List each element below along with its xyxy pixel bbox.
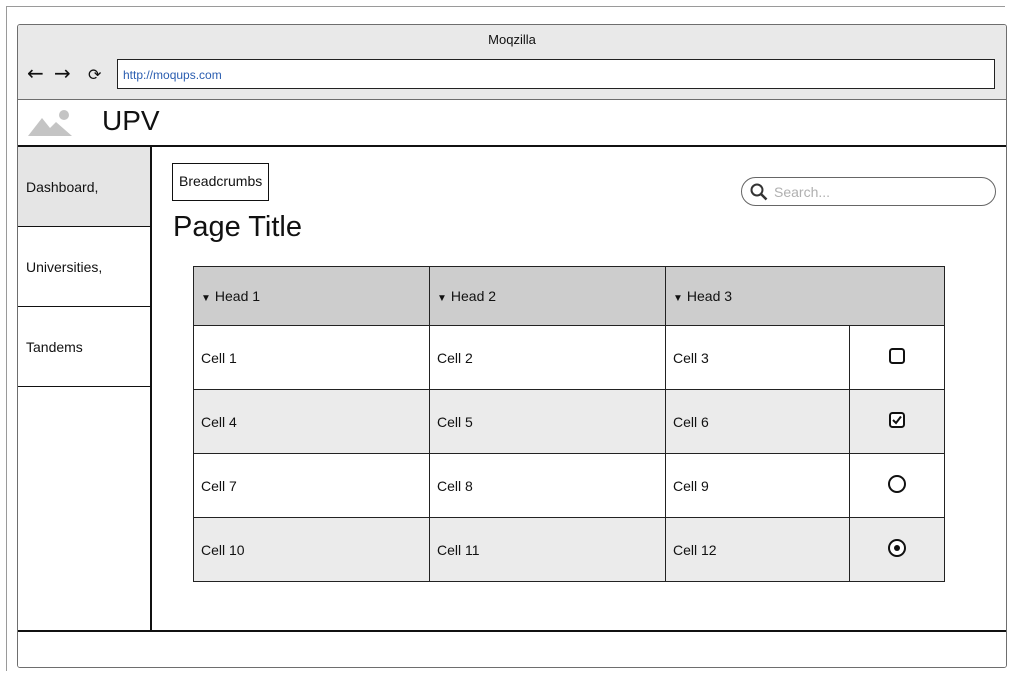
table-cell: Cell 6 <box>665 389 850 454</box>
page-title: Page Title <box>173 211 302 243</box>
data-table: ▼ Head 1 ▼ Head 2 ▼ Head 3 Cell 1 Cell 2 Ce… <box>193 266 945 582</box>
table-row: Cell 10 Cell 11 Cell 12 <box>193 517 945 582</box>
table-cell: Cell 2 <box>429 325 666 390</box>
table-cell: Cell 7 <box>193 453 430 518</box>
table-cell: Cell 9 <box>665 453 850 518</box>
table-cell: Cell 3 <box>665 325 850 390</box>
app-header: UPV <box>18 100 1006 147</box>
search-icon <box>750 183 768 201</box>
table-header-row: ▼ Head 1 ▼ Head 2 ▼ Head 3 <box>193 266 945 326</box>
forward-arrow-icon[interactable]: → <box>54 63 71 83</box>
sort-down-icon: ▼ <box>673 293 683 304</box>
sort-down-icon: ▼ <box>201 293 211 304</box>
row-control-cell <box>849 389 945 454</box>
column-header-head-3[interactable]: ▼ Head 3 <box>665 266 945 326</box>
column-header-head-1[interactable]: ▼ Head 1 <box>193 266 430 326</box>
search-input[interactable]: Search... <box>741 177 996 206</box>
app-title: UPV <box>102 105 160 136</box>
table-cell: Cell 11 <box>429 517 666 582</box>
table-row: Cell 7 Cell 8 Cell 9 <box>193 453 945 518</box>
row-control-cell <box>849 325 945 390</box>
sidebar-item-tandems[interactable]: Tandems <box>18 307 150 387</box>
table-cell: Cell 10 <box>193 517 430 582</box>
checkbox-checked[interactable] <box>888 411 906 429</box>
table-cell: Cell 8 <box>429 453 666 518</box>
reload-icon[interactable]: ⟳ <box>88 65 101 85</box>
table-row: Cell 4 Cell 5 Cell 6 <box>193 389 945 454</box>
column-header-head-2[interactable]: ▼ Head 2 <box>429 266 666 326</box>
table-cell: Cell 5 <box>429 389 666 454</box>
header-label: Head 3 <box>686 288 733 304</box>
sort-down-icon: ▼ <box>437 293 447 304</box>
address-bar[interactable]: http://moqups.com <box>117 59 995 89</box>
sidebar-item-universities[interactable]: Universities, <box>18 227 150 307</box>
window-title: Moqzilla <box>488 32 536 47</box>
breadcrumb[interactable]: Breadcrumbs <box>172 163 270 201</box>
back-arrow-icon[interactable]: ← <box>27 63 44 83</box>
row-control-cell <box>849 517 945 582</box>
image-placeholder-icon <box>26 106 78 138</box>
table-cell: Cell 1 <box>193 325 430 390</box>
search-placeholder: Search... <box>774 184 831 200</box>
radio-selected[interactable] <box>887 538 907 558</box>
table-row: Cell 1 Cell 2 Cell 3 <box>193 325 945 390</box>
footer-bar <box>18 630 1006 667</box>
header-label: Head 1 <box>214 288 261 304</box>
sidebar: Dashboard, Universities, Tandems <box>18 147 152 632</box>
radio-unselected[interactable] <box>887 474 907 494</box>
table-cell: Cell 12 <box>665 517 850 582</box>
browser-window: Moqzilla ← → ⟳ http://moqups.com UPV Das… <box>17 24 1007 668</box>
browser-chrome: Moqzilla ← → ⟳ http://moqups.com <box>18 25 1006 100</box>
sidebar-item-dashboard[interactable]: Dashboard, <box>18 147 150 227</box>
row-control-cell <box>849 453 945 518</box>
checkbox-unchecked[interactable] <box>888 347 906 365</box>
table-cell: Cell 4 <box>193 389 430 454</box>
header-label: Head 2 <box>450 288 497 304</box>
